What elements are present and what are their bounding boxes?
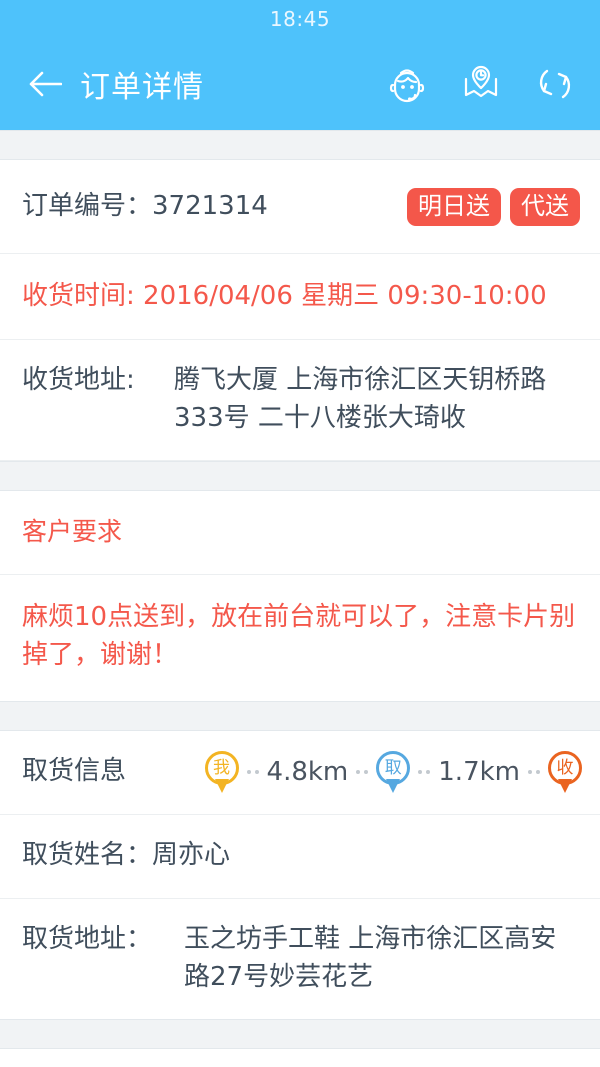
route-pin-receive-tail (558, 779, 572, 794)
customer-request-body-row: 麻烦10点送到，放在前台就可以了，注意卡片别掉了，谢谢！ (0, 574, 600, 701)
pickup-address-text: 取货地址： 玉之坊手工鞋 上海市徐汇区高安路27号妙芸花艺 (22, 921, 578, 997)
refresh-button[interactable] (532, 61, 578, 107)
order-number-row: 订单编号： 3721314 明日送 代送 (0, 160, 600, 254)
badge-proxy-delivery[interactable]: 代送 (510, 187, 580, 226)
pickup-name-value: 周亦心 (152, 840, 231, 871)
pickup-name-label: 取货姓名： (22, 840, 153, 871)
receive-address-row: 收货地址: 腾飞大厦 上海市徐汇区天钥桥路333号 二十八楼张大琦收 (0, 340, 600, 461)
route-dots-3 (410, 770, 438, 775)
order-detail-screen: 18:45 订单详情 订单编号： 3721314 明日送 代送 收货时间: 20… (0, 0, 600, 1067)
section-spacer-top (0, 130, 600, 160)
route-pin-me-tail (214, 779, 229, 794)
map-location-icon (464, 65, 498, 98)
route-dots-1 (239, 770, 267, 775)
route-dots-4 (520, 770, 548, 775)
pickup-name-row: 取货姓名： 周亦心 (0, 814, 600, 899)
customer-request-body: 麻烦10点送到，放在前台就可以了，注意卡片别掉了，谢谢！ (22, 601, 576, 670)
order-badges: 明日送 代送 (407, 187, 580, 226)
back-button[interactable] (22, 61, 68, 107)
goods-title-row: 配送商品 (0, 1048, 600, 1067)
refresh-icon (539, 69, 571, 99)
pickup-address-label: 取货地址： (22, 923, 153, 954)
customer-service-icon (389, 69, 425, 103)
receive-time-text: 收货时间: 2016/04/06 星期三 09:30-10:00 (22, 280, 547, 311)
route-distance-indicator: 我 4.8km 取 1.7km 收 (204, 751, 582, 794)
route-pin-me: 我 (204, 751, 239, 794)
customer-request-title-row: 客户要求 (0, 490, 600, 575)
section-spacer-request (0, 460, 600, 491)
route-pin-pickup: 取 (376, 751, 411, 794)
receive-address-text: 收货地址: 腾飞大厦 上海市徐汇区天钥桥路333号 二十八楼张大琦收 (22, 362, 578, 438)
arrow-left-icon (29, 71, 62, 97)
route-pin-receive: 收 (548, 751, 582, 794)
receive-time-row: 收货时间: 2016/04/06 星期三 09:30-10:00 (0, 254, 600, 340)
pickup-address-value: 玉之坊手工鞋 上海市徐汇区高安路27号妙芸花艺 (184, 923, 557, 992)
route-distance-1: 4.8km (266, 757, 349, 788)
route-distance-2: 1.7km (438, 757, 520, 788)
pickup-address-row: 取货地址： 玉之坊手工鞋 上海市徐汇区高安路27号妙芸花艺 (0, 898, 600, 1019)
route-dots-2 (348, 770, 376, 775)
map-button[interactable] (458, 61, 504, 107)
page-title: 订单详情 (80, 70, 204, 105)
receive-address-value: 腾飞大厦 上海市徐汇区天钥桥路333号 二十八楼张大琦收 (174, 365, 547, 433)
pickup-info-row: 取货信息 我 4.8km 取 1.7km 收 (0, 730, 600, 815)
section-spacer-pickup (0, 700, 600, 731)
status-bar: 18:45 (0, 0, 600, 38)
receive-address-label: 收货地址: (22, 365, 135, 395)
section-spacer-goods (0, 1018, 600, 1049)
status-bar-clock: 18:45 (269, 7, 331, 31)
customer-service-button[interactable] (384, 61, 430, 107)
app-bar: 订单详情 (0, 38, 600, 130)
customer-request-title: 客户要求 (22, 517, 123, 547)
badge-tomorrow-delivery[interactable]: 明日送 (407, 187, 501, 226)
pickup-info-title: 取货信息 (22, 756, 127, 787)
app-bar-actions (384, 61, 582, 107)
route-pin-pickup-tail (386, 779, 401, 794)
order-number-label: 订单编号： (22, 190, 153, 221)
order-number-value: 3721314 (152, 190, 268, 221)
